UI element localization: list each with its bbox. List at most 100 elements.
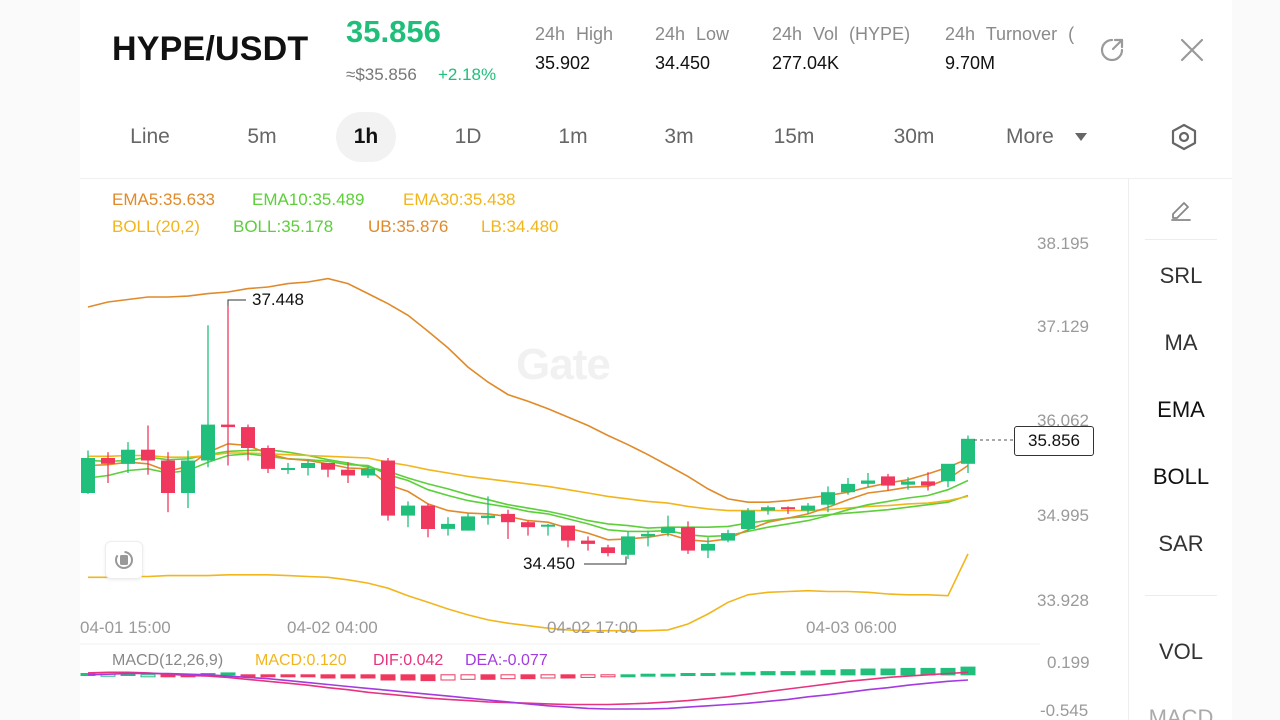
candle-body — [881, 476, 895, 486]
candle-body — [461, 516, 475, 531]
candle-body — [481, 515, 495, 519]
macd-params-label: MACD(12,26,9) — [112, 652, 224, 669]
candle-body — [801, 505, 815, 511]
macd-histogram-bar — [520, 674, 536, 680]
macd-histogram-bar — [440, 674, 456, 681]
candle-body — [361, 468, 375, 476]
price-axis-label: 38.195 — [1037, 234, 1089, 253]
macd-histogram-bar — [860, 668, 876, 676]
candle-body — [661, 527, 675, 533]
macd-histogram-bar — [700, 673, 716, 676]
macd-axis-label: -0.545 — [1040, 701, 1089, 720]
time-axis-label: 04-02 17:00 — [547, 618, 638, 637]
ema5-label: EMA5:35.633 — [112, 190, 216, 209]
indicator-side-panel: SRL MA EMA BOLL SAR VOL MACD — [1128, 178, 1232, 720]
side-item-vol[interactable]: VOL — [1129, 639, 1233, 665]
macd-histogram-bar — [420, 674, 436, 682]
macd-histogram-bar — [360, 674, 376, 679]
rotate-icon — [115, 551, 133, 569]
candle-body — [321, 463, 335, 470]
macd-histogram-bar — [560, 674, 576, 679]
macd-histogram-bar — [220, 672, 236, 676]
macd-value-label: MACD:0.120 — [255, 652, 347, 669]
macd-histogram-bar — [340, 674, 356, 679]
macd-histogram-bar — [300, 674, 316, 678]
time-axis-label: 04-03 06:00 — [806, 618, 897, 637]
macd-histogram-bar — [960, 666, 976, 676]
time-axis-label: 04-02 04:00 — [287, 618, 378, 637]
macd-histogram-bar — [500, 674, 516, 680]
macd-histogram-bar — [880, 668, 896, 676]
candle-body — [741, 510, 755, 529]
macd-histogram-bar — [760, 671, 776, 676]
candle-body — [841, 483, 855, 493]
boll-ub-label: UB:35.876 — [368, 217, 449, 236]
side-item-boll[interactable]: BOLL — [1129, 464, 1233, 490]
candle-body — [861, 480, 875, 484]
candle-body — [541, 524, 555, 527]
macd-histogram-bar — [600, 674, 616, 678]
candle-body — [781, 507, 795, 510]
candle-body — [621, 536, 635, 555]
macd-histogram-bar — [820, 669, 836, 676]
side-item-srl[interactable]: SRL — [1129, 263, 1233, 289]
candle-body — [81, 458, 95, 493]
pencil-icon[interactable] — [1168, 197, 1194, 228]
side-item-ema[interactable]: EMA — [1129, 397, 1233, 423]
macd-dea-label: DEA:-0.077 — [465, 652, 548, 669]
candle-body — [941, 463, 955, 482]
high-annotation: 37.448 — [252, 290, 304, 309]
boll-params-label: BOLL(20,2) — [112, 217, 200, 236]
candle-body — [201, 424, 215, 461]
macd-histogram-bar — [900, 667, 916, 676]
boll-mid-label: BOLL:35.178 — [233, 217, 334, 236]
low-leader-line — [584, 556, 627, 565]
side-item-sar[interactable]: SAR — [1129, 531, 1233, 557]
macd-dif-label: DIF:0.042 — [373, 652, 444, 669]
candle-body — [181, 460, 195, 493]
candle-body — [141, 449, 155, 461]
candle-body — [501, 513, 515, 523]
candle-body — [681, 527, 695, 551]
side-item-ma[interactable]: MA — [1129, 330, 1233, 356]
price-axis-label: 37.129 — [1037, 317, 1089, 336]
candle-body — [921, 481, 935, 486]
ema10-label: EMA10:35.489 — [252, 190, 365, 209]
macd-histogram-bar — [380, 674, 396, 681]
macd-histogram-bar — [580, 674, 596, 678]
macd-histogram-bar — [660, 673, 676, 677]
side-divider — [1145, 595, 1217, 596]
price-axis-label: 34.995 — [1037, 506, 1089, 525]
price-axis-label: 33.928 — [1037, 591, 1089, 610]
candle-body — [641, 533, 655, 537]
ema30-line — [88, 452, 969, 512]
ema30-label: EMA30:35.438 — [403, 190, 516, 209]
side-item-macd[interactable]: MACD — [1129, 705, 1233, 720]
candle-body — [421, 505, 435, 529]
macd-histogram-bar — [460, 674, 476, 680]
macd-histogram-bar — [680, 673, 696, 676]
candle-body — [241, 427, 255, 448]
boll-lb-label: LB:34.480 — [481, 217, 559, 236]
macd-histogram-bar — [720, 672, 736, 676]
candle-body — [121, 449, 135, 464]
macd-histogram-bar — [400, 674, 416, 681]
candle-body — [521, 522, 535, 528]
macd-histogram-bar — [480, 674, 496, 680]
candle-body — [701, 543, 715, 551]
macd-histogram-bar — [800, 670, 816, 676]
candle-body — [601, 547, 615, 554]
candle-body — [901, 481, 915, 485]
candle-body — [281, 468, 295, 470]
candle-body — [401, 505, 415, 516]
candle-body — [101, 458, 115, 464]
boll-mid-line — [87, 448, 969, 529]
macd-histogram-bar — [540, 674, 556, 679]
chart-mode-button[interactable] — [105, 541, 143, 579]
macd-histogram-bar — [640, 673, 656, 677]
boll-upper-line — [87, 277, 969, 504]
macd-histogram-bar — [280, 674, 296, 678]
candle-body — [381, 460, 395, 516]
side-divider — [1145, 239, 1217, 240]
candle-body — [261, 448, 275, 469]
